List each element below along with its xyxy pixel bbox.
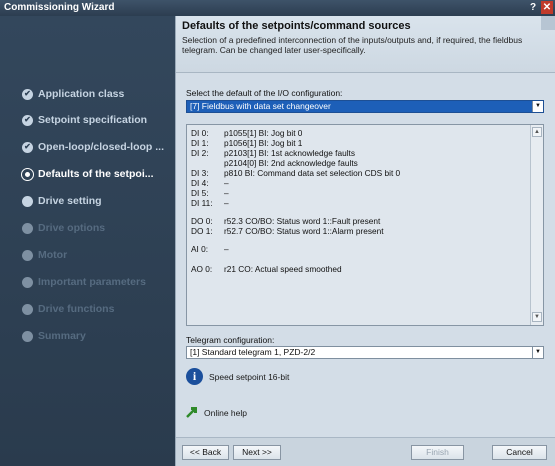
- step-label: Motor: [38, 249, 68, 261]
- step-open-loop-closed-loop[interactable]: ✔ Open-loop/closed-loop ...: [22, 139, 164, 155]
- close-button[interactable]: ✕: [541, 1, 553, 14]
- step-drive-functions: Drive functions: [22, 301, 114, 317]
- io-assignment-list: DI 0: p1055[1] BI: Jog bit 0 DI 1: p1056[1…: [186, 124, 544, 326]
- header-corner: [541, 16, 555, 30]
- step-label: Drive functions: [38, 303, 115, 315]
- io-config-value: [7] Fieldbus with data set changeover: [190, 101, 331, 111]
- wizard-content-panel: Defaults of the setpoints/command source…: [175, 16, 555, 466]
- page-header: Defaults of the setpoints/command source…: [176, 16, 555, 73]
- disabled-step-icon: [22, 303, 33, 315]
- wizard-steps-sidebar: ✔ Application class ✔ Setpoint specifica…: [0, 16, 175, 466]
- window-titlebar: Commissioning Wizard ? ✕: [0, 0, 555, 16]
- online-help-link[interactable]: Online help: [204, 408, 247, 418]
- telegram-config-label: Telegram configuration:: [186, 335, 275, 345]
- list-item: DI 0: p1055[1] BI: Jog bit 0: [191, 128, 303, 138]
- finish-button: Finish: [411, 445, 464, 460]
- next-button[interactable]: Next >>: [233, 445, 281, 460]
- info-text: Speed setpoint 16-bit: [209, 372, 290, 382]
- disabled-step-icon: [22, 249, 33, 261]
- step-label: Summary: [38, 330, 86, 342]
- step-label: Setpoint specification: [38, 114, 148, 126]
- telegram-config-dropdown[interactable]: [1] Standard telegram 1, PZD-2/2 ▼: [186, 346, 544, 359]
- pending-step-icon: [22, 195, 33, 207]
- step-label: Drive setting: [38, 195, 102, 207]
- checkmark-icon: ✔: [22, 88, 33, 100]
- step-label: Drive options: [38, 222, 106, 234]
- list-item: DO 0: r52.3 CO/BO: Status word 1::Fault p…: [191, 216, 381, 226]
- list-scrollbar[interactable]: ▲ ▼: [530, 125, 543, 325]
- list-item: p2104[0] BI: 2nd acknowledge faults: [224, 158, 358, 168]
- list-item: DI 11: –: [191, 198, 229, 208]
- scroll-up-icon[interactable]: ▲: [532, 127, 542, 137]
- step-label: Application class: [38, 88, 125, 100]
- list-item: DI 5: –: [191, 188, 229, 198]
- info-icon: i: [186, 368, 203, 385]
- step-drive-options: Drive options: [22, 220, 105, 236]
- dropdown-arrow-icon[interactable]: ▼: [532, 347, 543, 358]
- step-label: Open-loop/closed-loop ...: [38, 141, 164, 153]
- step-application-class[interactable]: ✔ Application class: [22, 86, 124, 102]
- step-motor: Motor: [22, 247, 67, 263]
- disabled-step-icon: [22, 276, 33, 288]
- current-step-icon: [22, 168, 33, 180]
- dropdown-arrow-icon[interactable]: ▼: [532, 101, 543, 112]
- step-important-parameters: Important parameters: [22, 274, 146, 290]
- list-item: DI 3: p810 BI: Command data set selection…: [191, 168, 401, 178]
- checkmark-icon: ✔: [22, 114, 33, 126]
- step-drive-setting[interactable]: Drive setting: [22, 193, 102, 209]
- window-title: Commissioning Wizard: [4, 2, 115, 13]
- list-item: DI 1: p1056[1] BI: Jog bit 1: [191, 138, 303, 148]
- disabled-step-icon: [22, 330, 33, 342]
- help-button[interactable]: ?: [527, 1, 539, 14]
- step-setpoint-specification[interactable]: ✔ Setpoint specification: [22, 112, 147, 128]
- list-item: DI 2: p2103[1] BI: 1st acknowledge faults: [191, 148, 355, 158]
- online-help-arrow-icon[interactable]: [186, 406, 198, 418]
- io-config-label: Select the default of the I/O configurat…: [186, 88, 343, 98]
- list-item: AO 0: r21 CO: Actual speed smoothed: [191, 264, 342, 274]
- page-description: Selection of a predefined interconnectio…: [182, 35, 523, 55]
- checkmark-icon: ✔: [22, 141, 33, 153]
- disabled-step-icon: [22, 222, 33, 234]
- telegram-config-value: [1] Standard telegram 1, PZD-2/2: [190, 347, 316, 357]
- step-label: Important parameters: [38, 276, 146, 288]
- list-item: DO 1: r52.7 CO/BO: Status word 1::Alarm p…: [191, 226, 384, 236]
- scroll-down-icon[interactable]: ▼: [532, 312, 542, 322]
- list-item: AI 0: –: [191, 244, 229, 254]
- cancel-button[interactable]: Cancel: [492, 445, 547, 460]
- io-config-dropdown[interactable]: [7] Fieldbus with data set changeover ▼: [186, 100, 544, 113]
- step-summary: Summary: [22, 328, 86, 344]
- step-defaults-setpoints[interactable]: Defaults of the setpoi...: [22, 166, 154, 182]
- step-label: Defaults of the setpoi...: [38, 168, 154, 180]
- list-item: DI 4: –: [191, 178, 229, 188]
- wizard-footer: << Back Next >> Finish Cancel: [176, 437, 555, 466]
- back-button[interactable]: << Back: [182, 445, 229, 460]
- page-title: Defaults of the setpoints/command source…: [182, 20, 411, 32]
